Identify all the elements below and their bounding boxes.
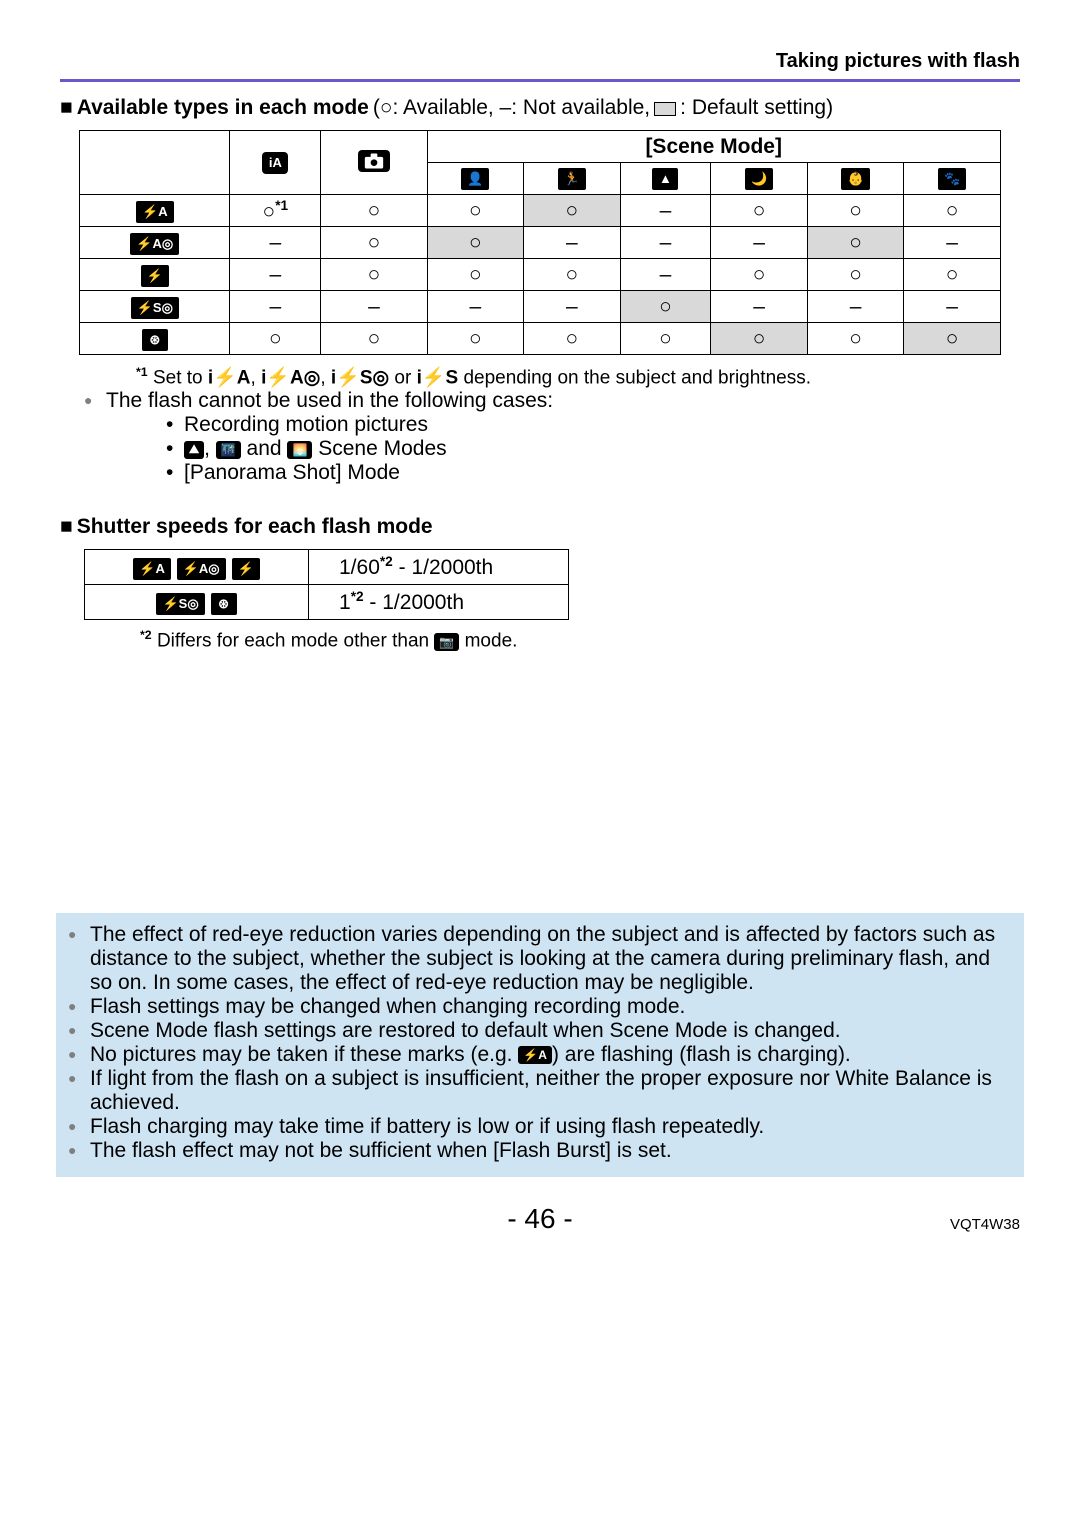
table-cell: – <box>230 227 321 259</box>
list-item: Flash settings may be changed when chang… <box>68 995 1012 1019</box>
table-cell: ○ <box>807 227 903 259</box>
table-cell: ○ <box>620 291 711 323</box>
flash-auto-redeye-icon: ⚡A◎ <box>130 233 179 255</box>
flash-forced-icon: ⚡ <box>141 265 169 287</box>
shutter-speed-table: ⚡A ⚡A◎ ⚡ 1/60*2 - 1/2000th ⚡S◎ ⊛ 1*2 - 1/20… <box>84 549 569 620</box>
document-id: VQT4W38 <box>950 1216 1020 1233</box>
modes-table: iA [Scene Mode] 👤🏃▲🌙👶🐾 ⚡A○*1○○○–○○○⚡A◎–○… <box>79 130 1001 355</box>
table-cell: ○ <box>807 323 903 355</box>
baby-icon: 👶 <box>841 168 869 190</box>
flash-auto-icon: ⚡A <box>133 558 171 580</box>
flash-cannot-list: The flash cannot be used in the followin… <box>60 389 1020 485</box>
table-cell: – <box>524 291 620 323</box>
table-cell: – <box>524 227 620 259</box>
list-item: [Panorama Shot] Mode <box>166 461 1020 485</box>
table-cell: ○ <box>427 227 523 259</box>
table-cell: – <box>904 227 1001 259</box>
list-item: ⛰, 🌃 and 🌅 Scene Modes <box>166 437 1020 461</box>
list-item: No pictures may be taken if these marks … <box>68 1043 1012 1067</box>
table-cell: ○ <box>321 259 427 291</box>
table-cell: ○ <box>807 195 903 227</box>
list-item: The flash cannot be used in the followin… <box>84 389 1020 485</box>
flash-slow-redeye-icon: ⚡S◎ <box>156 593 204 615</box>
flash-auto-redeye-icon: ⚡A◎ <box>177 558 226 580</box>
flash-off-icon: ⊛ <box>142 329 168 351</box>
table-cell: – <box>230 259 321 291</box>
flash-auto-icon: ⚡A <box>518 1046 552 1064</box>
table-cell: ○ <box>620 323 711 355</box>
table-cell: – <box>620 259 711 291</box>
shutter-speed-value: 1/60*2 - 1/2000th <box>309 550 569 585</box>
list-item: Scene Mode flash settings are restored t… <box>68 1019 1012 1043</box>
table-cell: ○ <box>321 323 427 355</box>
list-item: The flash effect may not be sufficient w… <box>68 1139 1012 1163</box>
camera-mode-icon <box>358 150 390 172</box>
table-cell: – <box>620 227 711 259</box>
table-cell: ○ <box>711 195 807 227</box>
table-cell: ○ <box>427 323 523 355</box>
list-item: Flash charging may take time if battery … <box>68 1115 1012 1139</box>
table-cell: ○ <box>524 195 620 227</box>
ia-flash-a-redeye-icon: i⚡A◎ <box>261 367 320 388</box>
page-number: - 46 - <box>507 1203 572 1235</box>
ia-flash-s-redeye-icon: i⚡S◎ <box>331 367 389 388</box>
pet-icon: 🐾 <box>938 168 966 190</box>
camera-mode-icon: 📷 <box>434 633 459 651</box>
flash-auto-icon: ⚡A <box>136 201 174 223</box>
table-cell: – <box>711 291 807 323</box>
table-cell: – <box>620 195 711 227</box>
table-cell: ○ <box>427 195 523 227</box>
footnote-1: *1 Set to i⚡A, i⚡A◎, i⚡S◎ or i⚡S dependi… <box>136 365 1020 389</box>
table-cell: ○ <box>807 259 903 291</box>
table-cell: ○ <box>904 323 1001 355</box>
shutter-speed-value: 1*2 - 1/2000th <box>309 585 569 620</box>
table-cell: ○ <box>524 259 620 291</box>
table-cell: ○ <box>904 195 1001 227</box>
flash-forced-icon: ⚡ <box>232 558 260 580</box>
table-cell: ○ <box>321 227 427 259</box>
list-item: If light from the flash on a subject is … <box>68 1067 1012 1115</box>
night-portrait-icon: 🌙 <box>745 168 773 190</box>
table-cell: ○ <box>427 259 523 291</box>
table-cell: – <box>904 291 1001 323</box>
heading-text: Available types in each mode <box>77 96 369 120</box>
table-cell: – <box>321 291 427 323</box>
sports-icon: 🏃 <box>558 168 586 190</box>
heading-shutter-speeds: ■ Shutter speeds for each flash mode <box>60 515 1020 539</box>
legend-default-box <box>654 102 676 116</box>
section-header: Taking pictures with flash <box>60 50 1020 73</box>
info-box: The effect of red-eye reduction varies d… <box>56 913 1024 1177</box>
legend-available: (○: Available, –: Not available, <box>373 96 650 120</box>
table-cell: ○ <box>230 323 321 355</box>
table-cell: ○ <box>711 323 807 355</box>
table-cell: ○ <box>904 259 1001 291</box>
table-cell: – <box>230 291 321 323</box>
header-rule <box>60 79 1020 82</box>
table-cell: ○ <box>524 323 620 355</box>
landscape-icon: ▲ <box>652 168 678 190</box>
table-cell: ○ <box>321 195 427 227</box>
night-scenery-icon: 🌃 <box>216 441 241 459</box>
bullet-square: ■ <box>60 96 73 120</box>
list-item: Recording motion pictures <box>166 413 1020 437</box>
sunset-icon: 🌅 <box>287 441 312 459</box>
table-cell: – <box>711 227 807 259</box>
flash-slow-redeye-icon: ⚡S◎ <box>131 297 179 319</box>
heading-available-types: ■ Available types in each mode (○: Avail… <box>60 96 1020 120</box>
footnote-2: *2 Differs for each mode other than 📷 mo… <box>140 628 1020 652</box>
list-item: The effect of red-eye reduction varies d… <box>68 923 1012 995</box>
ia-mode-icon: iA <box>262 152 288 174</box>
scene-mode-header: [Scene Mode] <box>427 131 1000 163</box>
table-cell: ○ <box>711 259 807 291</box>
table-cell: – <box>807 291 903 323</box>
table-cell: ○*1 <box>230 195 321 227</box>
ia-flash-s-icon: i⚡S <box>417 367 459 388</box>
scenery-icon: ⛰ <box>184 441 204 459</box>
legend-default: : Default setting) <box>680 96 833 120</box>
flash-off-icon: ⊛ <box>211 593 237 615</box>
portrait-icon: 👤 <box>461 168 489 190</box>
table-cell: – <box>427 291 523 323</box>
ia-flash-a-icon: i⚡A <box>208 367 251 388</box>
